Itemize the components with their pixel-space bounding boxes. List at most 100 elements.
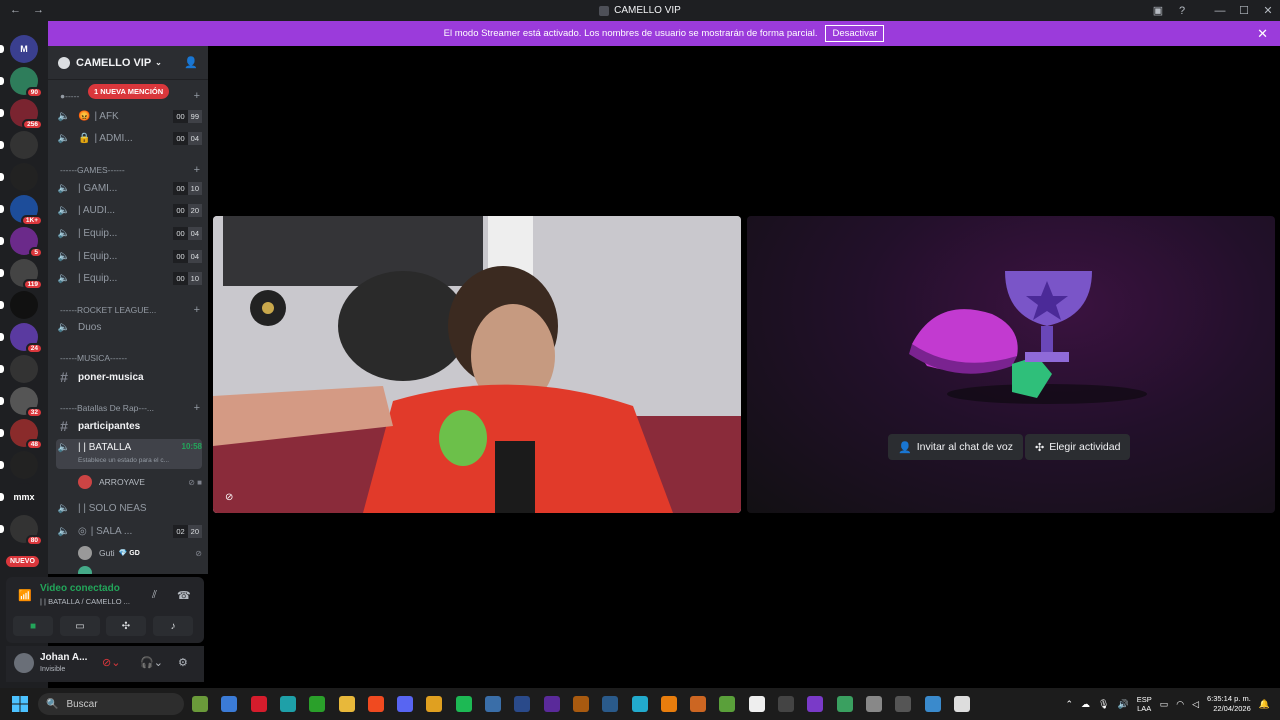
channel-admin[interactable]: 🔈 🔒 | ADMI... 00 04 [56,128,202,148]
language-indicator[interactable]: ESP LAA [1137,695,1152,713]
app-icon[interactable] [485,696,501,712]
volume-icon[interactable]: 🔊 [1117,699,1128,710]
minimize-icon[interactable]: — [1208,5,1232,17]
settings-gear-icon[interactable]: ⚙ [178,656,188,669]
app-icon[interactable] [719,696,736,712]
opera-icon[interactable] [250,696,267,712]
voice-user-arroyave[interactable]: ARROYAVE ⊘ ■ [78,473,202,491]
add-member-icon[interactable]: 👤 [184,56,198,69]
app-icon[interactable] [602,696,619,712]
discord-icon[interactable] [397,696,414,712]
category-musica[interactable]: ------MUSICA------ [60,353,200,363]
server-icon-8[interactable] [10,291,38,319]
app-icon[interactable] [836,696,853,712]
voice-status[interactable]: Video conectado [40,583,120,594]
onedrive-icon[interactable]: ☁ [1081,699,1090,710]
forward-arrow-icon[interactable]: → [33,4,44,16]
channel-audi[interactable]: 🔈 | AUDI... 00 20 [56,200,202,220]
clock[interactable]: 6:35:14 p. m. 22/04/2026 [1207,694,1251,714]
deactivate-button[interactable]: Desactivar [825,25,885,42]
camera-button[interactable]: ■ [13,616,53,636]
chevron-up-icon[interactable]: ⌃ [1065,699,1073,710]
app-icon[interactable] [631,696,648,712]
server-icon-15[interactable]: 80 [10,515,43,546]
app-icon[interactable] [895,696,912,712]
store-icon[interactable] [221,696,238,712]
server-icon-12[interactable]: 48 [10,419,43,450]
chrome-icon[interactable] [426,696,443,712]
soundboard-button[interactable]: ♪ [153,616,193,636]
server-icon-9[interactable]: 24 [10,323,43,354]
folder-icon[interactable] [338,696,355,712]
noise-suppression-icon[interactable]: ⫽ [152,589,157,602]
capcut-icon[interactable] [953,696,970,712]
add-channel-icon[interactable]: + [194,90,200,102]
back-arrow-icon[interactable]: ← [10,4,21,16]
channel-status[interactable]: Establece un estado para el c... [78,457,169,464]
server-icon-2[interactable]: 256 [10,99,43,130]
disconnect-icon[interactable]: ☎ [177,589,191,602]
server-icon-13[interactable] [10,451,38,479]
inbox-icon[interactable]: ▣ [1146,4,1170,17]
channel-equip-1[interactable]: 🔈 | Equip... 00 04 [56,223,202,243]
spotify-icon[interactable] [455,696,472,712]
help-icon[interactable]: ? [1170,5,1194,17]
xbox-icon[interactable] [309,696,326,712]
blender-icon[interactable] [660,696,677,712]
notepad-icon[interactable] [924,696,941,712]
close-window-icon[interactable]: ✕ [1256,4,1280,17]
category-batallas[interactable]: ------Batallas De Rap---... + [60,402,200,414]
channel-afk[interactable]: 🔈 😡 | AFK 00 99 [56,106,202,126]
app-icon[interactable] [807,696,824,712]
server-icon-1[interactable]: 90 [10,67,43,98]
app-icon[interactable] [865,696,882,712]
guild-header[interactable]: CAMELLO VIP ⌄ 👤 [48,46,208,80]
channel-gami[interactable]: 🔈 | GAMI... 00 10 [56,178,202,198]
obs-icon[interactable] [778,696,794,712]
voice-user-partial[interactable] [78,564,202,574]
windows-start-icon[interactable] [12,696,28,712]
voice-channel-path[interactable]: | | BATALLA / CAMELLO ... [40,597,130,606]
close-banner-icon[interactable]: ✕ [1257,26,1268,42]
category-games[interactable]: ------GAMES------ + [60,164,200,176]
mic-icon[interactable]: 🎙 [1098,699,1109,710]
channel-sala[interactable]: 🔈 ◎ | SALA ... 02 20 [56,521,202,541]
server-icon-0[interactable]: M [10,35,38,63]
server-icon-4[interactable] [10,163,38,191]
brave-icon[interactable] [367,696,384,712]
server-icon-10[interactable] [10,355,38,383]
server-icon-11[interactable]: 32 [10,387,43,418]
avatar[interactable] [14,653,34,673]
add-channel-icon[interactable]: + [194,304,200,316]
channel-duos[interactable]: 🔈 Duos [56,317,202,337]
display-icon[interactable]: ▭ [1160,699,1169,710]
channel-batalla[interactable]: 🔈 | | BATALLA 10:58 Establece un estado … [56,439,202,469]
channel-equip-2[interactable]: 🔈 | Equip... 00 04 [56,246,202,266]
frog-app-icon[interactable] [192,696,208,712]
server-icon-14[interactable]: mmx [10,483,38,511]
app-icon[interactable] [690,696,707,712]
voice-user-guti[interactable]: Guti 💎 GD ⊘ [78,544,202,562]
video-tile-camera[interactable]: ⊘ [213,216,741,513]
activities-button[interactable]: ✣ [106,616,146,636]
channel-equip-3[interactable]: 🔈 | Equip... 00 10 [56,268,202,288]
speaker-icon[interactable]: ◁ [1192,699,1199,710]
headphones-icon[interactable]: 🎧⌄ [140,656,163,669]
wifi-icon[interactable]: ◠ [1176,699,1184,710]
signal-icon[interactable]: 📶 [18,589,32,602]
mic-muted-icon[interactable]: ⊘⌄ [102,656,120,669]
server-icon-6[interactable]: 5 [10,227,43,258]
taskbar-search[interactable]: 🔍 Buscar [38,693,184,715]
add-channel-icon[interactable]: + [194,164,200,176]
channel-solo-neas[interactable]: 🔈 | | SOLO NEAS [56,498,202,518]
add-channel-icon[interactable]: + [194,402,200,414]
notification-icon[interactable]: 🔔 [1259,699,1270,710]
category-rocket-league[interactable]: ------ROCKET LEAGUE... + [60,304,200,316]
user-name[interactable]: Johan A... [40,652,87,663]
new-mention-badge[interactable]: 1 NUEVA MENCIÓN [88,84,170,99]
server-icon-7[interactable]: 119 [10,259,43,290]
new-badge[interactable]: NUEVO [6,556,39,567]
server-icon-3[interactable] [10,131,38,159]
edge-icon[interactable] [279,696,296,712]
capcut-icon[interactable] [748,696,765,712]
